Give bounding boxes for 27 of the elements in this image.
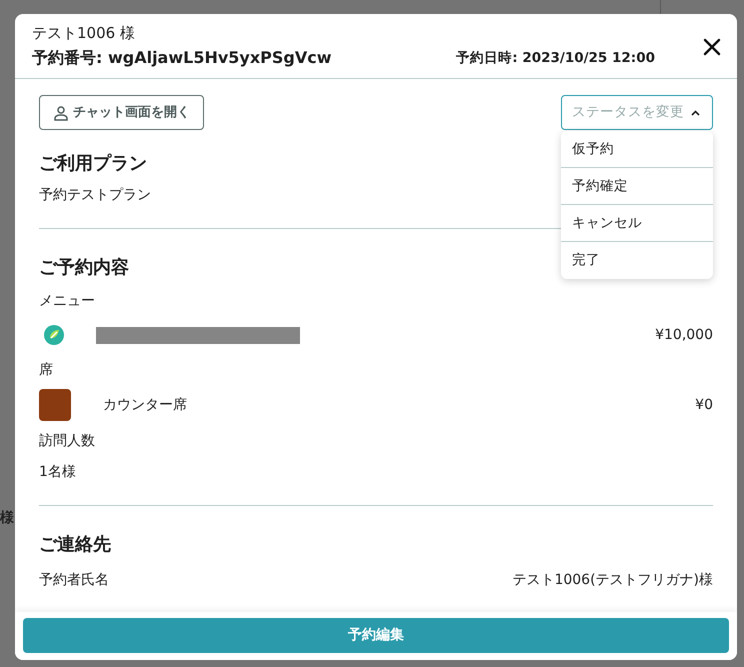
person-icon <box>53 104 69 120</box>
status-option[interactable]: 仮予約 <box>561 131 713 168</box>
status-option[interactable]: 完了 <box>561 242 713 279</box>
photo-placeholder <box>39 389 71 421</box>
menu-price: ¥10,000 <box>655 326 713 344</box>
section-heading: ご連絡先 <box>39 533 112 557</box>
visitors-value: 1名様 <box>39 463 77 482</box>
plan-name: 予約テストプラン <box>39 186 151 205</box>
status-option[interactable]: 予約確定 <box>561 168 713 205</box>
customer-name: テスト1006 様 <box>32 23 136 44</box>
section-heading: ご予約内容 <box>39 256 129 280</box>
menu-label: メニュー <box>39 292 96 311</box>
table-cell-text: 様 <box>0 509 14 528</box>
section-heading: ご利用プラン <box>39 152 147 176</box>
reservation-number: 予約番号: wgAljawL5Hv5yxPSgVcw <box>32 47 332 69</box>
seat-price: ¥0 <box>695 396 713 414</box>
contact-label: 予約者氏名 <box>39 571 109 590</box>
visitors-label: 訪問人数 <box>39 432 96 451</box>
status-option[interactable]: キャンセル <box>561 205 713 242</box>
leaf-logo-icon <box>43 324 65 346</box>
contact-value: テスト1006(テストフリガナ)様 <box>512 571 713 590</box>
caret-icon <box>691 110 700 116</box>
open-chat-button[interactable]: チャット画面を開く <box>39 95 204 130</box>
close-button[interactable] <box>701 36 723 58</box>
reservation-datetime: 予約日時: 2023/10/25 12:00 <box>456 48 655 68</box>
seat-label: 席 <box>39 361 54 380</box>
seat-name: カウンター席 <box>103 396 187 414</box>
